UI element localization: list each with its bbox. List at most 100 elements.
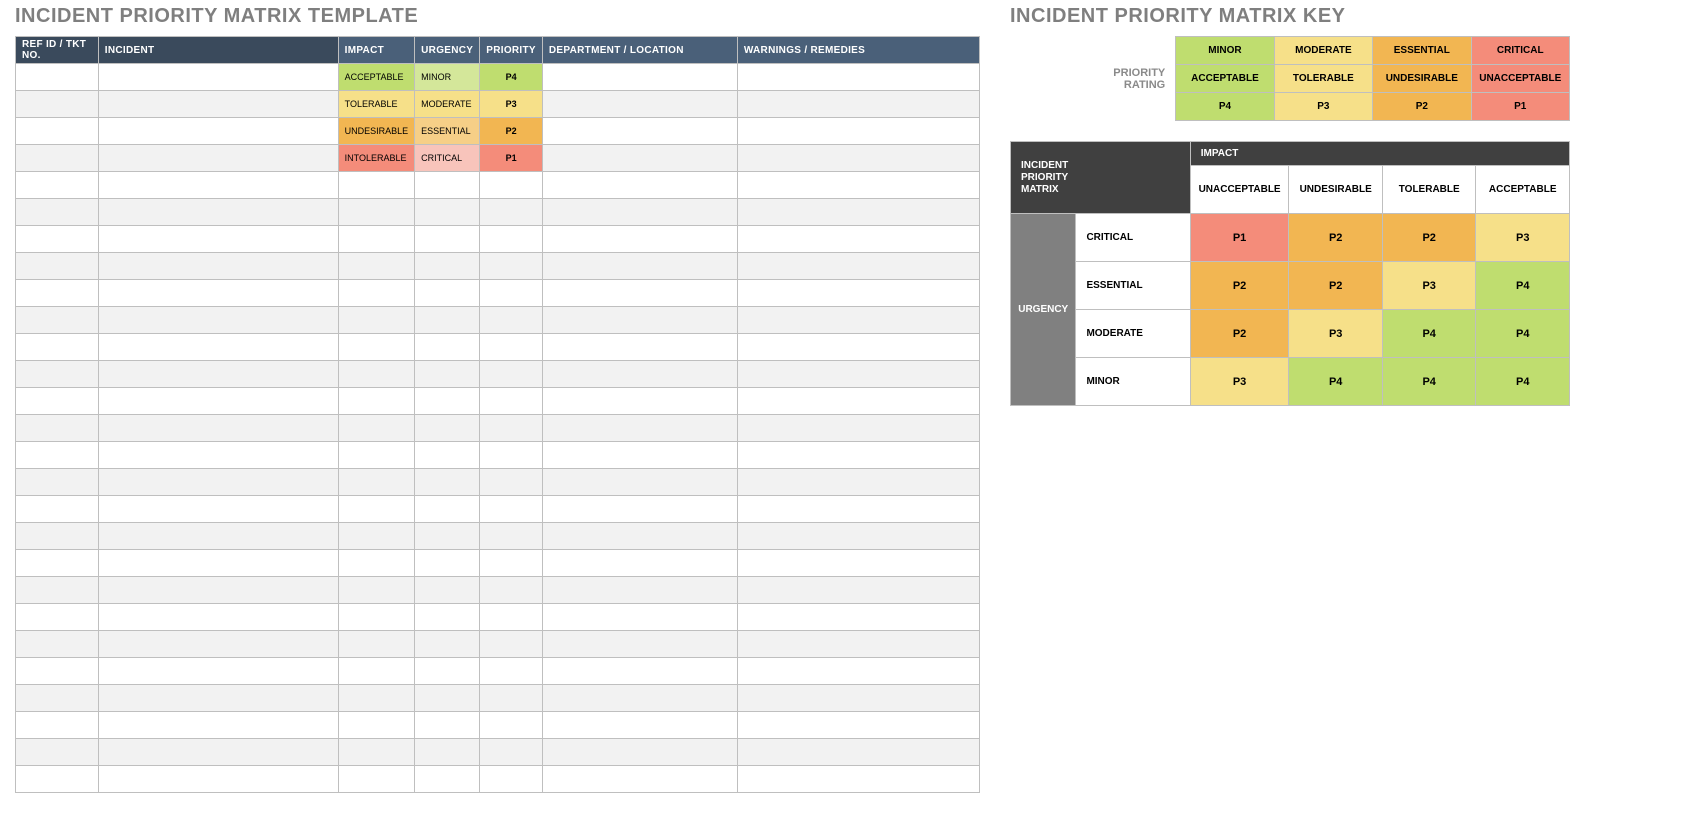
table-row[interactable] — [16, 766, 980, 793]
table-row[interactable] — [16, 199, 980, 226]
cell[interactable] — [737, 658, 979, 685]
cell[interactable] — [480, 172, 543, 199]
cell[interactable] — [480, 334, 543, 361]
cell[interactable] — [338, 739, 415, 766]
table-row[interactable] — [16, 280, 980, 307]
cell[interactable] — [415, 550, 480, 577]
cell[interactable] — [737, 712, 979, 739]
table-row[interactable] — [16, 523, 980, 550]
cell[interactable] — [415, 604, 480, 631]
cell[interactable] — [98, 415, 338, 442]
cell[interactable] — [16, 64, 99, 91]
cell[interactable] — [16, 253, 99, 280]
cell[interactable] — [98, 307, 338, 334]
cell[interactable] — [737, 199, 979, 226]
cell[interactable] — [737, 307, 979, 334]
cell[interactable] — [542, 334, 737, 361]
cell[interactable] — [415, 658, 480, 685]
cell[interactable] — [480, 550, 543, 577]
cell[interactable] — [16, 388, 99, 415]
cell[interactable] — [16, 226, 99, 253]
cell[interactable] — [98, 199, 338, 226]
table-row[interactable] — [16, 172, 980, 199]
cell[interactable] — [98, 469, 338, 496]
table-row[interactable] — [16, 658, 980, 685]
cell[interactable] — [98, 361, 338, 388]
cell[interactable]: P1 — [480, 145, 543, 172]
cell[interactable] — [542, 145, 737, 172]
cell[interactable] — [480, 631, 543, 658]
cell[interactable] — [542, 523, 737, 550]
cell[interactable] — [415, 685, 480, 712]
cell[interactable]: MODERATE — [415, 91, 480, 118]
cell[interactable] — [737, 469, 979, 496]
cell[interactable] — [338, 658, 415, 685]
cell[interactable] — [737, 550, 979, 577]
cell[interactable] — [480, 766, 543, 793]
cell[interactable] — [16, 361, 99, 388]
cell[interactable] — [737, 172, 979, 199]
cell[interactable] — [98, 388, 338, 415]
cell[interactable] — [737, 118, 979, 145]
cell[interactable] — [737, 145, 979, 172]
cell[interactable] — [16, 631, 99, 658]
cell[interactable] — [338, 604, 415, 631]
cell[interactable]: P2 — [480, 118, 543, 145]
cell[interactable] — [480, 577, 543, 604]
cell[interactable] — [338, 199, 415, 226]
table-row[interactable] — [16, 739, 980, 766]
cell[interactable] — [542, 685, 737, 712]
cell[interactable] — [542, 199, 737, 226]
cell[interactable] — [480, 712, 543, 739]
cell[interactable] — [98, 631, 338, 658]
cell[interactable] — [480, 469, 543, 496]
cell[interactable] — [542, 64, 737, 91]
cell[interactable] — [338, 253, 415, 280]
table-row[interactable]: ACCEPTABLEMINORP4 — [16, 64, 980, 91]
table-row[interactable] — [16, 226, 980, 253]
cell[interactable] — [542, 172, 737, 199]
cell[interactable] — [415, 172, 480, 199]
cell[interactable] — [480, 361, 543, 388]
cell[interactable] — [338, 442, 415, 469]
cell[interactable] — [338, 415, 415, 442]
cell[interactable] — [98, 442, 338, 469]
cell[interactable] — [737, 388, 979, 415]
cell[interactable] — [98, 577, 338, 604]
cell[interactable] — [480, 307, 543, 334]
cell[interactable] — [338, 469, 415, 496]
table-row[interactable] — [16, 388, 980, 415]
cell[interactable] — [737, 226, 979, 253]
cell[interactable] — [415, 577, 480, 604]
cell[interactable] — [415, 388, 480, 415]
cell[interactable]: UNDESIRABLE — [338, 118, 415, 145]
cell[interactable] — [16, 145, 99, 172]
cell[interactable] — [98, 334, 338, 361]
cell[interactable] — [480, 523, 543, 550]
cell[interactable] — [98, 280, 338, 307]
cell[interactable] — [737, 280, 979, 307]
cell[interactable] — [16, 550, 99, 577]
cell[interactable] — [480, 253, 543, 280]
cell[interactable] — [98, 91, 338, 118]
cell[interactable] — [16, 91, 99, 118]
cell[interactable] — [737, 739, 979, 766]
cell[interactable] — [415, 469, 480, 496]
cell[interactable] — [737, 253, 979, 280]
cell[interactable] — [98, 253, 338, 280]
cell[interactable] — [338, 280, 415, 307]
cell[interactable] — [737, 685, 979, 712]
cell[interactable] — [98, 739, 338, 766]
table-row[interactable] — [16, 604, 980, 631]
cell[interactable] — [542, 631, 737, 658]
cell[interactable] — [16, 469, 99, 496]
cell[interactable]: MINOR — [415, 64, 480, 91]
cell[interactable] — [415, 766, 480, 793]
cell[interactable] — [16, 415, 99, 442]
cell[interactable] — [16, 280, 99, 307]
cell[interactable] — [737, 766, 979, 793]
cell[interactable] — [338, 172, 415, 199]
cell[interactable]: INTOLERABLE — [338, 145, 415, 172]
cell[interactable] — [16, 577, 99, 604]
cell[interactable] — [338, 388, 415, 415]
